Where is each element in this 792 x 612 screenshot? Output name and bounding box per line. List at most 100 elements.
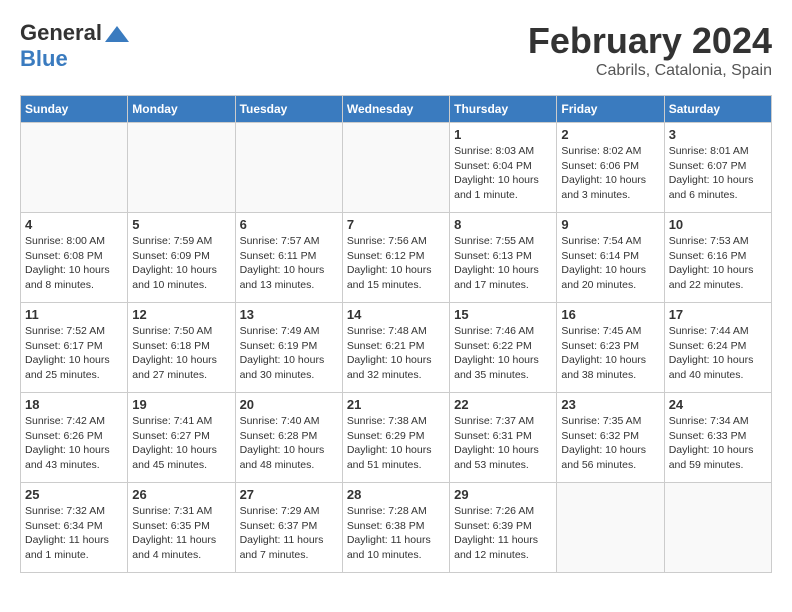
day-number: 2: [561, 127, 659, 142]
day-number: 27: [240, 487, 338, 502]
table-cell: 12 Sunrise: 7:50 AM Sunset: 6:18 PM Dayli…: [128, 303, 235, 393]
day-number: 8: [454, 217, 552, 232]
page-title: February 2024: [528, 20, 772, 62]
table-cell: [128, 123, 235, 213]
day-number: 16: [561, 307, 659, 322]
table-cell: 28 Sunrise: 7:28 AM Sunset: 6:38 PM Dayli…: [342, 483, 449, 573]
day-number: 13: [240, 307, 338, 322]
day-number: 10: [669, 217, 767, 232]
day-number: 19: [132, 397, 230, 412]
day-info: Sunrise: 8:03 AM Sunset: 6:04 PM Dayligh…: [454, 144, 552, 203]
table-cell: 20 Sunrise: 7:40 AM Sunset: 6:28 PM Dayli…: [235, 393, 342, 483]
day-info: Sunrise: 7:59 AM Sunset: 6:09 PM Dayligh…: [132, 234, 230, 293]
header-tuesday: Tuesday: [235, 96, 342, 123]
title-block: February 2024 Cabrils, Catalonia, Spain: [528, 20, 772, 80]
table-cell: 26 Sunrise: 7:31 AM Sunset: 6:35 PM Dayli…: [128, 483, 235, 573]
day-info: Sunrise: 7:48 AM Sunset: 6:21 PM Dayligh…: [347, 324, 445, 383]
header-wednesday: Wednesday: [342, 96, 449, 123]
logo-icon: [103, 24, 131, 44]
day-info: Sunrise: 7:42 AM Sunset: 6:26 PM Dayligh…: [25, 414, 123, 473]
header-sunday: Sunday: [21, 96, 128, 123]
day-info: Sunrise: 7:37 AM Sunset: 6:31 PM Dayligh…: [454, 414, 552, 473]
table-cell: 15Sunrise: 7:46 AM Sunset: 6:22 PM Dayli…: [450, 303, 557, 393]
table-cell: 7 Sunrise: 7:56 AM Sunset: 6:12 PM Daylig…: [342, 213, 449, 303]
table-cell: 14 Sunrise: 7:48 AM Sunset: 6:21 PM Dayli…: [342, 303, 449, 393]
day-number: 20: [240, 397, 338, 412]
header-monday: Monday: [128, 96, 235, 123]
day-info: Sunrise: 7:52 AM Sunset: 6:17 PM Dayligh…: [25, 324, 123, 383]
day-info: Sunrise: 7:50 AM Sunset: 6:18 PM Dayligh…: [132, 324, 230, 383]
table-cell: 10 Sunrise: 7:53 AM Sunset: 6:16 PM Dayli…: [664, 213, 771, 303]
day-info: Sunrise: 8:01 AM Sunset: 6:07 PM Dayligh…: [669, 144, 767, 203]
logo-blue: Blue: [20, 46, 68, 71]
day-number: 6: [240, 217, 338, 232]
day-number: 17: [669, 307, 767, 322]
day-info: Sunrise: 7:31 AM Sunset: 6:35 PM Dayligh…: [132, 504, 230, 563]
day-number: 18: [25, 397, 123, 412]
page-header: General Blue February 2024 Cabrils, Cata…: [20, 20, 772, 80]
day-info: Sunrise: 7:40 AM Sunset: 6:28 PM Dayligh…: [240, 414, 338, 473]
day-info: Sunrise: 7:53 AM Sunset: 6:16 PM Dayligh…: [669, 234, 767, 293]
day-number: 1: [454, 127, 552, 142]
day-number: 4: [25, 217, 123, 232]
day-number: 24: [669, 397, 767, 412]
calendar-table: Sunday Monday Tuesday Wednesday Thursday…: [20, 95, 772, 573]
table-cell: 4Sunrise: 8:00 AM Sunset: 6:08 PM Daylig…: [21, 213, 128, 303]
day-info: Sunrise: 7:57 AM Sunset: 6:11 PM Dayligh…: [240, 234, 338, 293]
table-cell: 16 Sunrise: 7:45 AM Sunset: 6:23 PM Dayli…: [557, 303, 664, 393]
header-saturday: Saturday: [664, 96, 771, 123]
header-thursday: Thursday: [450, 96, 557, 123]
day-number: 22: [454, 397, 552, 412]
day-info: Sunrise: 7:35 AM Sunset: 6:32 PM Dayligh…: [561, 414, 659, 473]
table-cell: 19 Sunrise: 7:41 AM Sunset: 6:27 PM Dayli…: [128, 393, 235, 483]
table-cell: 5 Sunrise: 7:59 AM Sunset: 6:09 PM Daylig…: [128, 213, 235, 303]
day-number: 5: [132, 217, 230, 232]
table-cell: 13 Sunrise: 7:49 AM Sunset: 6:19 PM Dayli…: [235, 303, 342, 393]
table-cell: [557, 483, 664, 573]
table-cell: 27 Sunrise: 7:29 AM Sunset: 6:37 PM Dayli…: [235, 483, 342, 573]
table-cell: 17Sunrise: 7:44 AM Sunset: 6:24 PM Dayli…: [664, 303, 771, 393]
week-row-2: 11 Sunrise: 7:52 AM Sunset: 6:17 PM Dayli…: [21, 303, 772, 393]
day-number: 29: [454, 487, 552, 502]
day-info: Sunrise: 7:41 AM Sunset: 6:27 PM Dayligh…: [132, 414, 230, 473]
week-row-4: 25 Sunrise: 7:32 AM Sunset: 6:34 PM Dayli…: [21, 483, 772, 573]
table-cell: 11 Sunrise: 7:52 AM Sunset: 6:17 PM Dayli…: [21, 303, 128, 393]
table-cell: 6 Sunrise: 7:57 AM Sunset: 6:11 PM Daylig…: [235, 213, 342, 303]
table-cell: 24Sunrise: 7:34 AM Sunset: 6:33 PM Dayli…: [664, 393, 771, 483]
day-info: Sunrise: 7:29 AM Sunset: 6:37 PM Dayligh…: [240, 504, 338, 563]
table-cell: 8 Sunrise: 7:55 AM Sunset: 6:13 PM Daylig…: [450, 213, 557, 303]
day-number: 28: [347, 487, 445, 502]
week-row-3: 18 Sunrise: 7:42 AM Sunset: 6:26 PM Dayli…: [21, 393, 772, 483]
day-number: 9: [561, 217, 659, 232]
day-info: Sunrise: 7:56 AM Sunset: 6:12 PM Dayligh…: [347, 234, 445, 293]
table-cell: [664, 483, 771, 573]
logo: General Blue: [20, 20, 132, 72]
day-info: Sunrise: 7:49 AM Sunset: 6:19 PM Dayligh…: [240, 324, 338, 383]
week-row-1: 4Sunrise: 8:00 AM Sunset: 6:08 PM Daylig…: [21, 213, 772, 303]
page-subtitle: Cabrils, Catalonia, Spain: [528, 62, 772, 80]
day-info: Sunrise: 7:55 AM Sunset: 6:13 PM Dayligh…: [454, 234, 552, 293]
table-cell: 1 Sunrise: 8:03 AM Sunset: 6:04 PM Daylig…: [450, 123, 557, 213]
header-friday: Friday: [557, 96, 664, 123]
logo-text: General Blue: [20, 20, 132, 72]
day-number: 14: [347, 307, 445, 322]
table-cell: 9Sunrise: 7:54 AM Sunset: 6:14 PM Daylig…: [557, 213, 664, 303]
day-info: Sunrise: 7:28 AM Sunset: 6:38 PM Dayligh…: [347, 504, 445, 563]
table-cell: 18 Sunrise: 7:42 AM Sunset: 6:26 PM Dayli…: [21, 393, 128, 483]
day-info: Sunrise: 8:02 AM Sunset: 6:06 PM Dayligh…: [561, 144, 659, 203]
day-number: 11: [25, 307, 123, 322]
day-info: Sunrise: 7:32 AM Sunset: 6:34 PM Dayligh…: [25, 504, 123, 563]
table-cell: [342, 123, 449, 213]
table-cell: 3Sunrise: 8:01 AM Sunset: 6:07 PM Daylig…: [664, 123, 771, 213]
table-cell: 23Sunrise: 7:35 AM Sunset: 6:32 PM Dayli…: [557, 393, 664, 483]
table-cell: 29 Sunrise: 7:26 AM Sunset: 6:39 PM Dayli…: [450, 483, 557, 573]
table-cell: [21, 123, 128, 213]
table-cell: 25 Sunrise: 7:32 AM Sunset: 6:34 PM Dayli…: [21, 483, 128, 573]
day-info: Sunrise: 7:45 AM Sunset: 6:23 PM Dayligh…: [561, 324, 659, 383]
day-number: 7: [347, 217, 445, 232]
calendar-header-row: Sunday Monday Tuesday Wednesday Thursday…: [21, 96, 772, 123]
day-number: 26: [132, 487, 230, 502]
day-number: 25: [25, 487, 123, 502]
day-info: Sunrise: 7:26 AM Sunset: 6:39 PM Dayligh…: [454, 504, 552, 563]
day-number: 12: [132, 307, 230, 322]
